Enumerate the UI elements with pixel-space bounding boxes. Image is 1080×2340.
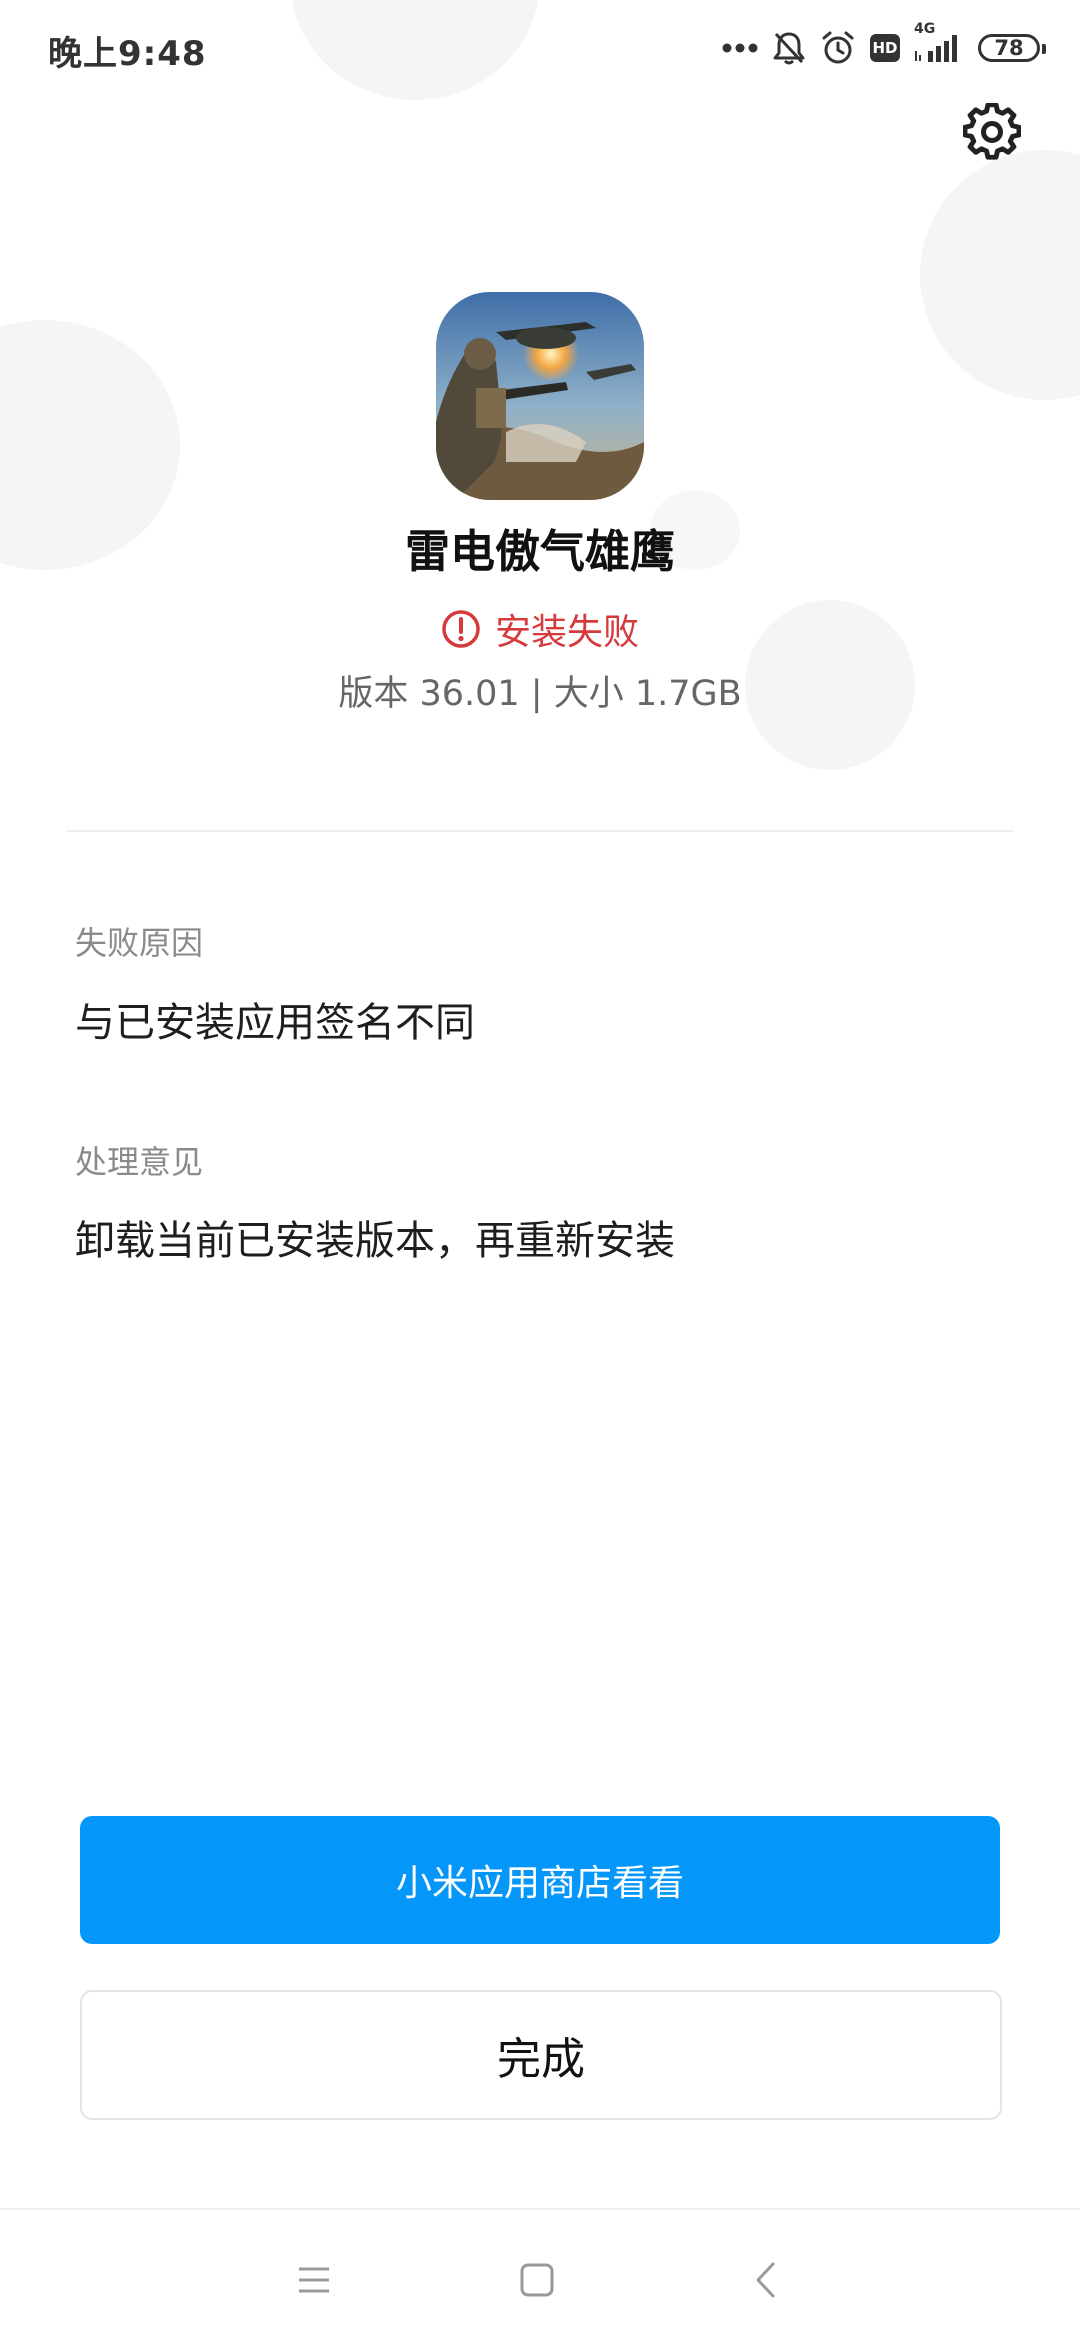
advice-value: 卸载当前已安装版本，再重新安装 — [75, 1218, 675, 1264]
home-icon — [520, 2263, 554, 2297]
failure-reason-label: 失败原因 — [75, 924, 204, 962]
done-button[interactable]: 完成 — [80, 1990, 1002, 2120]
settings-button[interactable] — [960, 100, 1024, 164]
advice-label: 处理意见 — [75, 1143, 204, 1181]
navigation-bar — [0, 2208, 1080, 2340]
menu-icon — [299, 2267, 329, 2293]
app-icon — [436, 292, 644, 500]
app-store-button[interactable]: 小米应用商店看看 — [80, 1816, 1000, 1944]
install-result-screen: 晚上9:48 HD 4G 78 雷电傲气雄鹰 安装失败 版本 36.01 | 大… — [0, 0, 1080, 2340]
app-name: 雷电傲气雄鹰 — [404, 525, 675, 578]
background-bubble — [920, 150, 1080, 400]
divider — [67, 830, 1013, 832]
nav-menu-button[interactable] — [284, 2250, 344, 2310]
battery-icon: 78 — [978, 34, 1046, 62]
gear-icon — [963, 103, 1021, 160]
more-dots-icon — [722, 42, 758, 54]
error-circle-icon — [442, 610, 480, 648]
status-bar: 晚上9:48 HD 4G 78 — [0, 0, 1080, 96]
back-icon — [756, 2262, 775, 2298]
hd-icon: HD — [870, 34, 900, 62]
nav-home-button[interactable] — [507, 2250, 567, 2310]
notifications-muted-icon — [772, 30, 806, 66]
status-icons: HD 4G 78 — [722, 21, 1046, 72]
nav-back-button[interactable] — [735, 2250, 795, 2310]
network-type-label: 4G — [914, 21, 936, 37]
failure-reason-value: 与已安装应用签名不同 — [75, 1000, 475, 1046]
signal-4g-icon: 4G — [914, 21, 964, 63]
app-meta: 版本 36.01 | 大小 1.7GB — [338, 674, 742, 714]
install-status: 安装失败 — [0, 603, 1080, 655]
install-status-text: 安装失败 — [494, 612, 639, 653]
alarm-icon — [820, 30, 856, 66]
status-time: 晚上9:48 — [48, 34, 207, 74]
